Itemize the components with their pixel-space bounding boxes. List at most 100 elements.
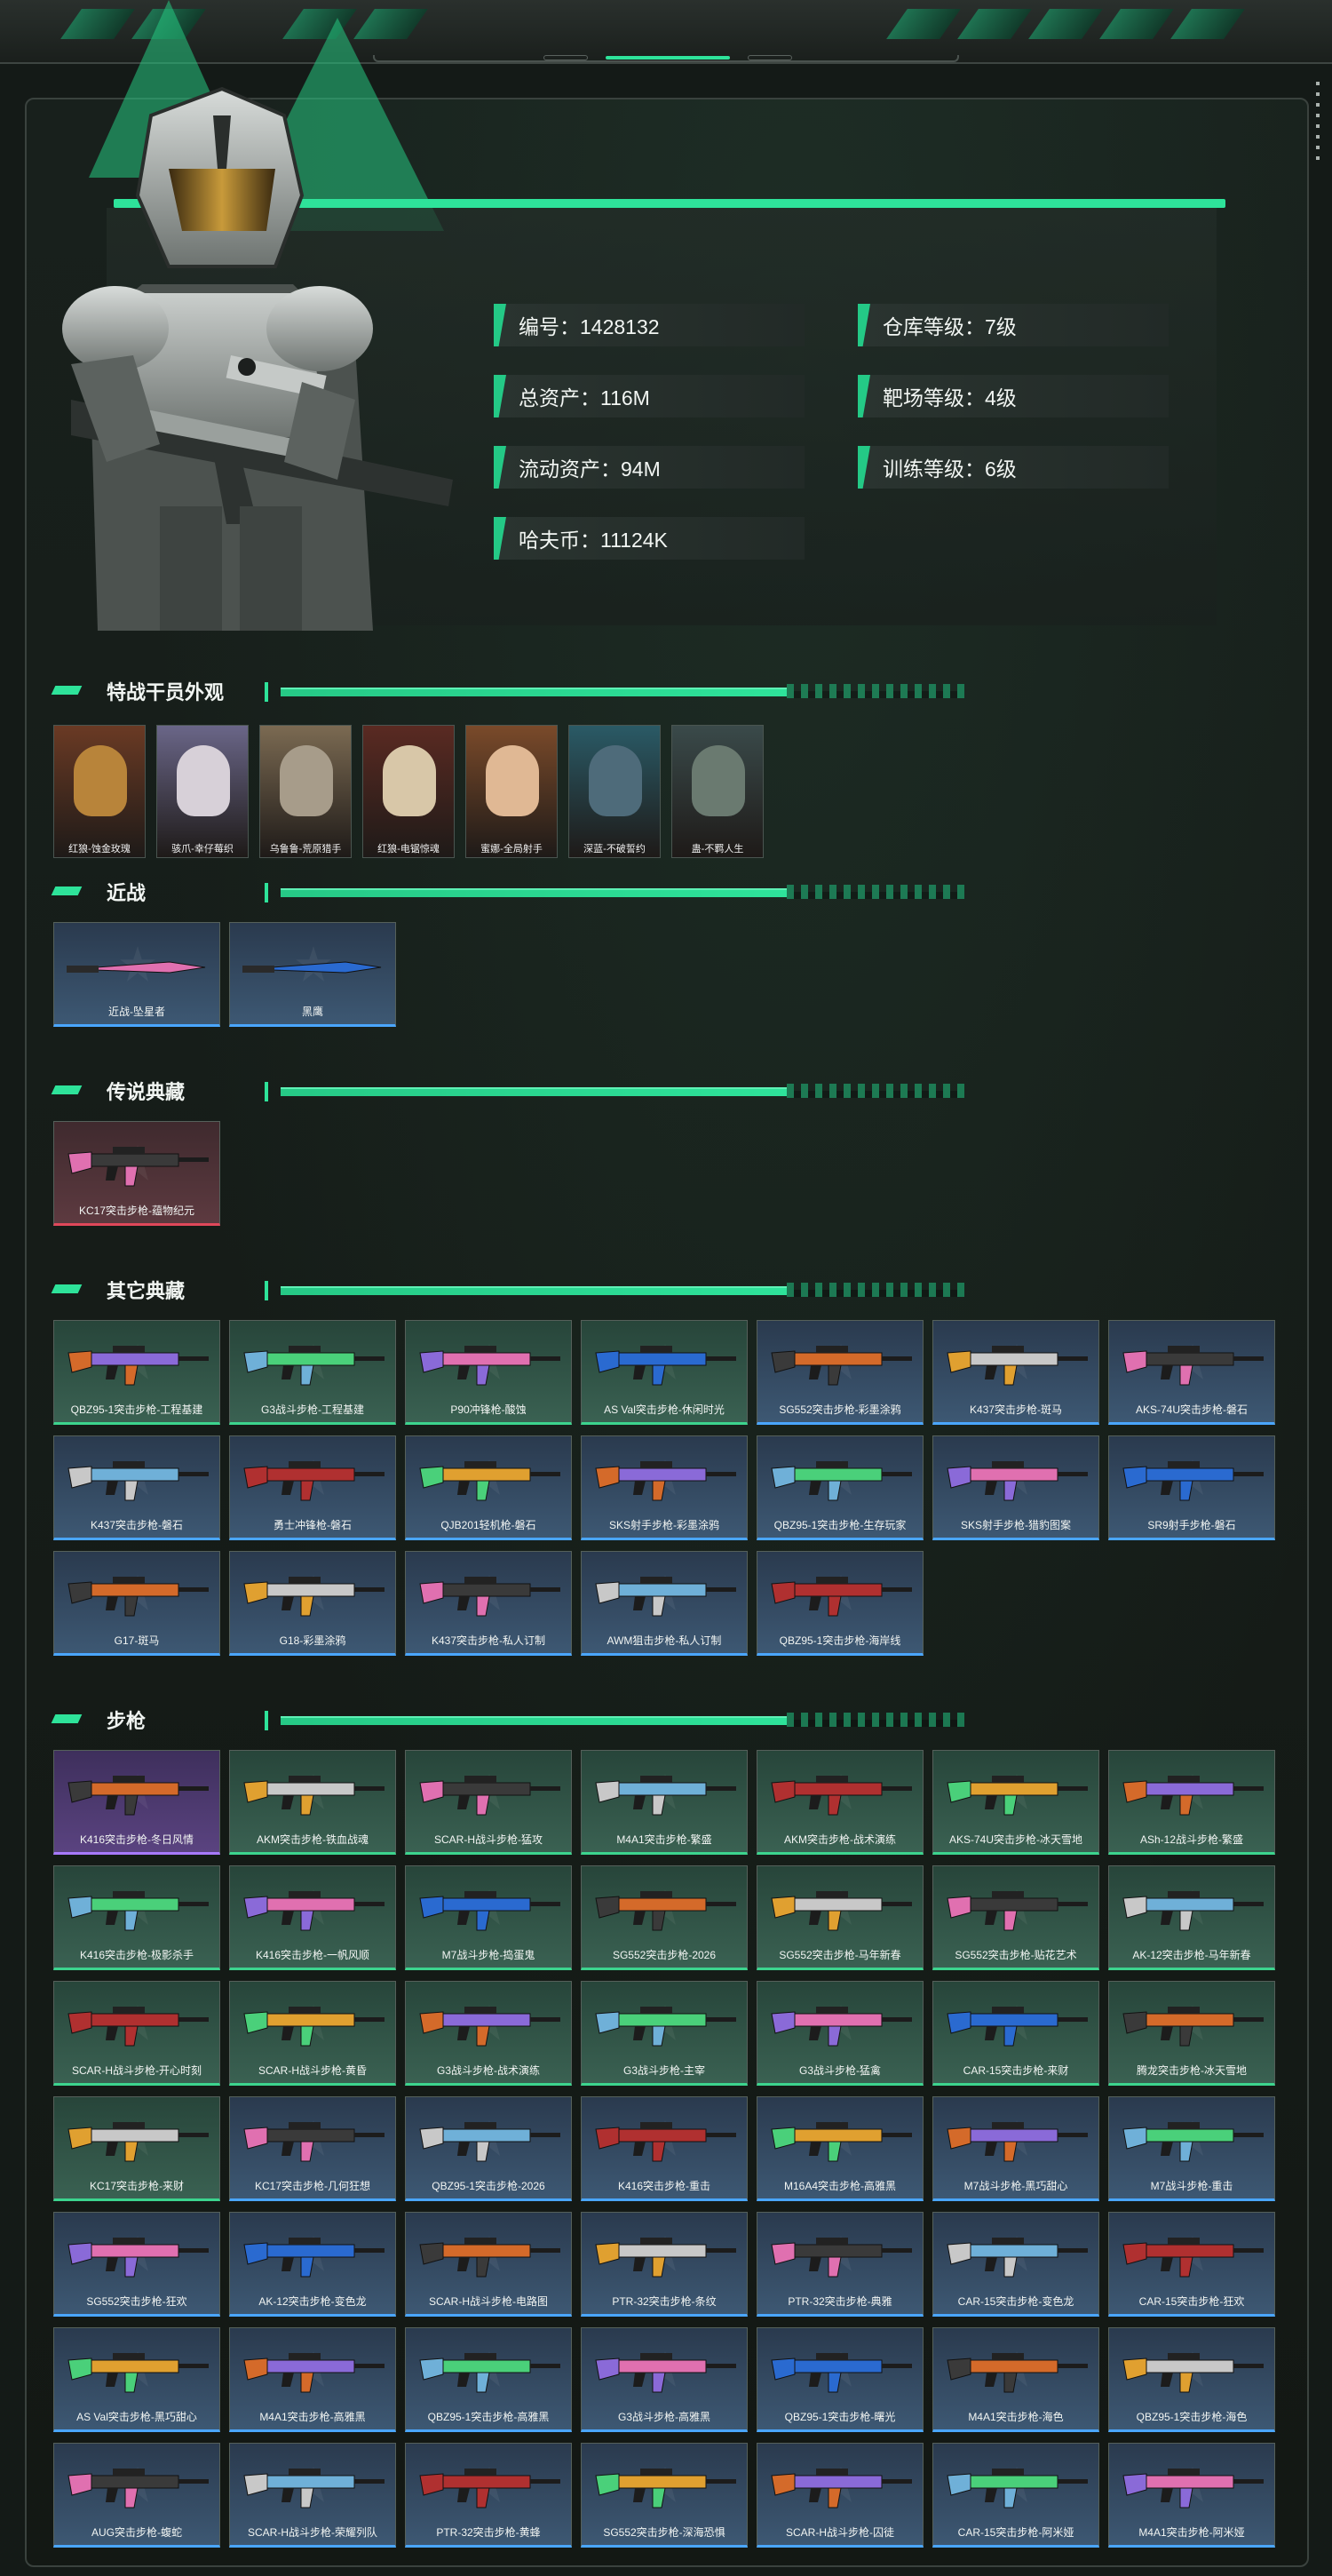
item-card[interactable]: SG552突击步枪-彩墨涂鸦: [757, 1320, 924, 1425]
item-card[interactable]: M7战斗步枪-重击: [1108, 2096, 1275, 2201]
item-card[interactable]: SCAR-H战斗步枪-开心时刻: [53, 1981, 220, 2086]
item-card[interactable]: M16A4突击步枪-高雅黑: [757, 2096, 924, 2201]
item-card[interactable]: AKM突击步枪-铁血战魂: [229, 1750, 396, 1855]
item-label: SG552突击步枪-狂欢: [86, 2295, 187, 2308]
rifle-icon: [595, 2122, 736, 2162]
operator-skin-card[interactable]: 蜜娜-全局射手: [465, 725, 558, 858]
item-card[interactable]: M7战斗步枪-捣蛋鬼: [405, 1865, 572, 1970]
item-card[interactable]: K416突击步枪-冬日风情: [53, 1750, 220, 1855]
operator-skin-card[interactable]: 深蓝-不破誓约: [568, 725, 661, 858]
item-card[interactable]: K437突击步枪-斑马: [932, 1320, 1099, 1425]
item-card[interactable]: G3战斗步枪-战术演练: [405, 1981, 572, 2086]
item-card[interactable]: SCAR-H战斗步枪-荣耀列队: [229, 2443, 396, 2548]
item-card[interactable]: QBZ95-1突击步枪-曙光: [757, 2327, 924, 2432]
item-card[interactable]: ASh-12战斗步枪-繁盛: [1108, 1750, 1275, 1855]
item-card[interactable]: 近战-坠星者: [53, 922, 220, 1027]
section-header-melee: 近战: [51, 878, 964, 904]
item-card[interactable]: AS Val突击步枪-休闲时光: [581, 1320, 748, 1425]
rifle-icon: [947, 2007, 1088, 2047]
item-card[interactable]: SCAR-H战斗步枪-猛攻: [405, 1750, 572, 1855]
item-card[interactable]: K416突击步枪-一帆风顺: [229, 1865, 396, 1970]
rifle-icon: [419, 1776, 560, 1816]
operator-skin-card[interactable]: 红狼-蚀金玫瑰: [53, 725, 146, 858]
operator-face: [692, 745, 745, 816]
item-card[interactable]: SCAR-H战斗步枪-电路图: [405, 2212, 572, 2317]
item-card[interactable]: SKS射手步枪-彩墨涂鸦: [581, 1435, 748, 1540]
item-card[interactable]: SG552突击步枪-深海恐惧: [581, 2443, 748, 2548]
item-card[interactable]: SKS射手步枪-猎豹图案: [932, 1435, 1099, 1540]
item-card[interactable]: KC17突击步枪-蕴物纪元: [53, 1121, 220, 1226]
item-card[interactable]: M4A1突击步枪-繁盛: [581, 1750, 748, 1855]
item-card[interactable]: KC17突击步枪-来财: [53, 2096, 220, 2201]
scroll-handle[interactable]: [1316, 82, 1320, 162]
item-card[interactable]: 腾龙突击步枪-冰天雪地: [1108, 1981, 1275, 2086]
item-card[interactable]: AUG突击步枪-蝮蛇: [53, 2443, 220, 2548]
item-card[interactable]: SCAR-H战斗步枪-黄昏: [229, 1981, 396, 2086]
item-card[interactable]: SG552突击步枪-贴花艺术: [932, 1865, 1099, 1970]
operator-skin-label: 红狼-电锯惊魂: [377, 844, 440, 855]
item-card[interactable]: AKS-74U突击步枪-磐石: [1108, 1320, 1275, 1425]
item-card[interactable]: G3战斗步枪-工程基建: [229, 1320, 396, 1425]
rifle-icon: [67, 1147, 209, 1187]
item-card[interactable]: G18-彩墨涂鸦: [229, 1551, 396, 1656]
item-card[interactable]: QJB201轻机枪-磐石: [405, 1435, 572, 1540]
item-card[interactable]: AK-12突击步枪-变色龙: [229, 2212, 396, 2317]
item-card[interactable]: K416突击步枪-极影杀手: [53, 1865, 220, 1970]
item-card[interactable]: KC17突击步枪-几何狂想: [229, 2096, 396, 2201]
item-card[interactable]: SG552突击步枪-马年新春: [757, 1865, 924, 1970]
item-card[interactable]: QBZ95-1突击步枪-高雅黑: [405, 2327, 572, 2432]
item-card[interactable]: AWM狙击步枪-私人订制: [581, 1551, 748, 1656]
item-card[interactable]: PTR-32突击步枪-黄蜂: [405, 2443, 572, 2548]
item-card[interactable]: G3战斗步枪-猛禽: [757, 1981, 924, 2086]
item-label: QJB201轻机枪-磐石: [440, 1519, 536, 1531]
item-card[interactable]: CAR-15突击步枪-来财: [932, 1981, 1099, 2086]
operator-skin-card[interactable]: 蛊-不羁人生: [671, 725, 764, 858]
item-card[interactable]: QBZ95-1突击步枪-工程基建: [53, 1320, 220, 1425]
item-card[interactable]: SR9射手步枪-磐石: [1108, 1435, 1275, 1540]
section-header-rifles: 步枪: [51, 1705, 964, 1732]
item-card[interactable]: AKM突击步枪-战术演练: [757, 1750, 924, 1855]
item-card[interactable]: K437突击步枪-磐石: [53, 1435, 220, 1540]
rifle-icon: [771, 2238, 912, 2278]
item-card[interactable]: 黑鹰: [229, 922, 396, 1027]
item-card[interactable]: G17-斑马: [53, 1551, 220, 1656]
rifle-icon: [595, 2007, 736, 2047]
item-card[interactable]: SG552突击步枪-狂欢: [53, 2212, 220, 2317]
item-label: QBZ95-1突击步枪-海岸线: [779, 1634, 901, 1647]
item-card[interactable]: K416突击步枪-重击: [581, 2096, 748, 2201]
item-card[interactable]: QBZ95-1突击步枪-海岸线: [757, 1551, 924, 1656]
item-card[interactable]: QBZ95-1突击步枪-海色: [1108, 2327, 1275, 2432]
rifle-icon: [771, 2353, 912, 2393]
item-card[interactable]: AK-12突击步枪-马年新春: [1108, 1865, 1275, 1970]
item-card[interactable]: G3战斗步枪-高雅黑: [581, 2327, 748, 2432]
item-card[interactable]: QBZ95-1突击步枪-2026: [405, 2096, 572, 2201]
operator-skin-card[interactable]: 骇爪-幸仔莓织: [156, 725, 249, 858]
item-card[interactable]: M7战斗步枪-黑巧甜心: [932, 2096, 1099, 2201]
operator-skin-card[interactable]: 红狼-电锯惊魂: [362, 725, 455, 858]
operator-skin-card[interactable]: 乌鲁鲁-荒原猎手: [259, 725, 352, 858]
item-card[interactable]: AS Val突击步枪-黑巧甜心: [53, 2327, 220, 2432]
item-card[interactable]: PTR-32突击步枪-典雅: [757, 2212, 924, 2317]
item-card[interactable]: SG552突击步枪-2026: [581, 1865, 748, 1970]
item-label: SCAR-H战斗步枪-电路图: [429, 2295, 548, 2308]
item-card[interactable]: K437突击步枪-私人订制: [405, 1551, 572, 1656]
item-label: 黑鹰: [301, 1006, 323, 1018]
decor-stripe: [1028, 9, 1103, 39]
item-label: G3战斗步枪-战术演练: [436, 2064, 540, 2077]
item-card[interactable]: 勇士冲锋枪-磐石: [229, 1435, 396, 1540]
item-card[interactable]: G3战斗步枪-主宰: [581, 1981, 748, 2086]
item-card[interactable]: CAR-15突击步枪-变色龙: [932, 2212, 1099, 2317]
item-card[interactable]: P90冲锋枪-酸蚀: [405, 1320, 572, 1425]
item-card[interactable]: CAR-15突击步枪-阿米娅: [932, 2443, 1099, 2548]
item-card[interactable]: M4A1突击步枪-高雅黑: [229, 2327, 396, 2432]
item-card[interactable]: PTR-32突击步枪-条纹: [581, 2212, 748, 2317]
item-card[interactable]: AKS-74U突击步枪-冰天雪地: [932, 1750, 1099, 1855]
item-card[interactable]: M4A1突击步枪-阿米娅: [1108, 2443, 1275, 2548]
item-label: M4A1突击步枪-海色: [968, 2411, 1064, 2423]
item-label: AK-12突击步枪-变色龙: [258, 2295, 367, 2308]
item-card[interactable]: SCAR-H战斗步枪-囚徒: [757, 2443, 924, 2548]
item-label: 勇士冲锋枪-磐石: [274, 1519, 352, 1531]
item-card[interactable]: CAR-15突击步枪-狂欢: [1108, 2212, 1275, 2317]
item-card[interactable]: QBZ95-1突击步枪-生存玩家: [757, 1435, 924, 1540]
item-card[interactable]: M4A1突击步枪-海色: [932, 2327, 1099, 2432]
